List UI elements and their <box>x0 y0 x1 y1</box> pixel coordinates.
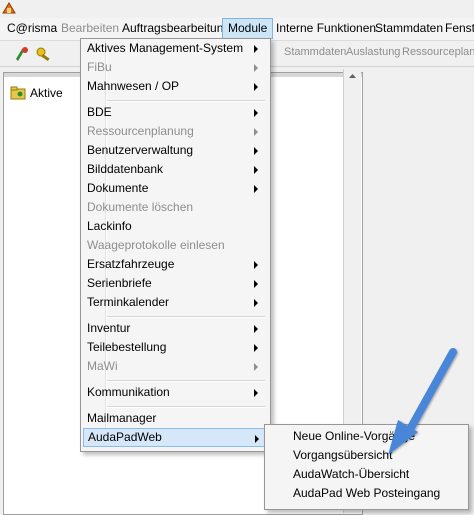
menu-item-label: Benutzerverwaltung <box>87 143 194 157</box>
submenu-item-neue-online-vorgaenge[interactable]: Neue Online-Vorgänge <box>293 427 415 446</box>
submenu-arrow-icon <box>254 185 258 193</box>
submenu-arrow-icon <box>254 363 258 371</box>
menu-item-lackinfo[interactable]: Lackinfo <box>83 217 266 236</box>
menu-separator <box>107 316 265 318</box>
menu-module[interactable]: Module <box>222 18 274 39</box>
menu-item-fibu[interactable]: FiBu <box>83 58 266 77</box>
menu-item-mailmanager[interactable]: Mailmanager <box>83 409 266 428</box>
menu-item-label: MaWi <box>87 359 118 373</box>
menu-item-label: Mailmanager <box>87 411 157 425</box>
audapadweb-submenu: Neue Online-Vorgänge Vorgangsübersicht A… <box>264 424 469 510</box>
submenu-arrow-icon <box>254 64 258 72</box>
menu-item-bilddatenbank[interactable]: Bilddatenbank <box>83 160 266 179</box>
submenu-arrow-icon <box>254 147 258 155</box>
tree-item-aktive[interactable]: Aktive <box>10 86 63 100</box>
menu-item-bde[interactable]: BDE <box>83 103 266 122</box>
menu-item-label: Teilebestellung <box>87 340 167 354</box>
submenu-arrow-icon <box>254 389 258 397</box>
menu-fenster[interactable]: Fenste <box>440 18 474 39</box>
menu-item-mahnwesen[interactable]: Mahnwesen / OP <box>83 77 266 96</box>
menu-item-label: Mahnwesen / OP <box>87 79 180 93</box>
menu-item-label: Serienbriefe <box>87 276 152 290</box>
menu-item-label: Aktives Management-System <box>87 41 244 55</box>
submenu-arrow-icon <box>254 325 258 333</box>
module-menu: Aktives Management-System FiBu Mahnwesen… <box>80 38 271 452</box>
submenu-arrow-icon <box>254 128 258 136</box>
submenu-arrow-icon <box>254 109 258 117</box>
menu-item-label: Bilddatenbank <box>87 162 164 176</box>
menu-item-label: BDE <box>87 105 112 119</box>
menu-item-kommunikation[interactable]: Kommunikation <box>83 383 266 402</box>
menu-item-mawi[interactable]: MaWi <box>83 357 266 376</box>
toolbar-key-icon[interactable] <box>34 45 54 63</box>
menu-item-benutzerverwaltung[interactable]: Benutzerverwaltung <box>83 141 266 160</box>
menu-item-terminkalender[interactable]: Terminkalender <box>83 293 266 312</box>
menu-separator <box>107 406 265 408</box>
menu-item-label: Ersatzfahrzeuge <box>87 257 175 271</box>
menu-item-serienbriefe[interactable]: Serienbriefe <box>83 274 266 293</box>
menu-item-dokumente[interactable]: Dokumente <box>83 179 266 198</box>
submenu-arrow-icon <box>254 45 258 53</box>
menu-carisma[interactable]: C@risma <box>2 18 62 39</box>
menu-item-label: Inventur <box>87 321 131 335</box>
folder-icon <box>10 86 26 100</box>
submenu-arrow-icon <box>254 299 258 307</box>
menu-separator <box>107 380 265 382</box>
submenu-item-vorgangsuebersicht[interactable]: Vorgangsübersicht <box>293 446 392 465</box>
menu-interne-funktionen[interactable]: Interne Funktionen <box>271 18 381 39</box>
toolbar-stammdaten[interactable]: Stammdaten <box>284 46 346 58</box>
toolbar-ressourceplaner[interactable]: Ressourceplane <box>402 46 474 58</box>
menu-item-label: Ressourcenplanung <box>87 124 194 138</box>
submenu-arrow-icon <box>255 435 259 443</box>
menu-item-label: Kommunikation <box>87 385 170 399</box>
submenu-arrow-icon <box>254 261 258 269</box>
menu-item-label: Terminkalender <box>87 295 170 309</box>
menu-item-label: FiBu <box>87 60 112 74</box>
submenu-arrow-icon <box>254 280 258 288</box>
toolbar-tools-icon[interactable] <box>12 45 32 63</box>
menu-item-aktives-management-system[interactable]: Aktives Management-System <box>83 39 266 58</box>
menu-item-ersatzfahrzeuge[interactable]: Ersatzfahrzeuge <box>83 255 266 274</box>
toolbar-auslastung[interactable]: Auslastung <box>346 46 400 58</box>
menu-separator <box>107 100 265 102</box>
app-logo-icon <box>2 2 16 14</box>
menu-item-label: Waageprotokolle einlesen <box>87 238 225 252</box>
submenu-item-audapad-web-posteingang[interactable]: AudaPad Web Posteingang <box>293 484 440 503</box>
menu-item-label: Dokumente löschen <box>87 200 194 214</box>
submenu-arrow-icon <box>254 344 258 352</box>
menu-item-label: Dokumente <box>87 181 149 195</box>
menu-item-ressourcenplanung[interactable]: Ressourcenplanung <box>83 122 266 141</box>
menu-item-audapadweb[interactable]: AudaPadWeb <box>83 428 268 447</box>
menu-item-label: Lackinfo <box>87 219 132 233</box>
submenu-arrow-icon <box>254 166 258 174</box>
menu-item-label: AudaPadWeb <box>88 430 162 444</box>
tree-item-label: Aktive <box>30 86 63 100</box>
scroll-up-icon[interactable] <box>344 69 361 83</box>
title-bar <box>0 0 474 18</box>
submenu-arrow-icon <box>254 83 258 91</box>
menu-item-waageprotokolle[interactable]: Waageprotokolle einlesen <box>83 236 266 255</box>
menu-item-dokumente-loeschen[interactable]: Dokumente löschen <box>83 198 266 217</box>
menu-item-inventur[interactable]: Inventur <box>83 319 266 338</box>
menu-bearbeiten[interactable]: Bearbeiten <box>56 18 124 39</box>
menu-item-teilebestellung[interactable]: Teilebestellung <box>83 338 266 357</box>
menu-auftragsbearbeitung[interactable]: Auftragsbearbeitung <box>117 18 235 39</box>
menu-stammdaten[interactable]: Stammdaten <box>370 18 448 39</box>
submenu-item-audawatch-uebersicht[interactable]: AudaWatch-Übersicht <box>293 465 409 484</box>
